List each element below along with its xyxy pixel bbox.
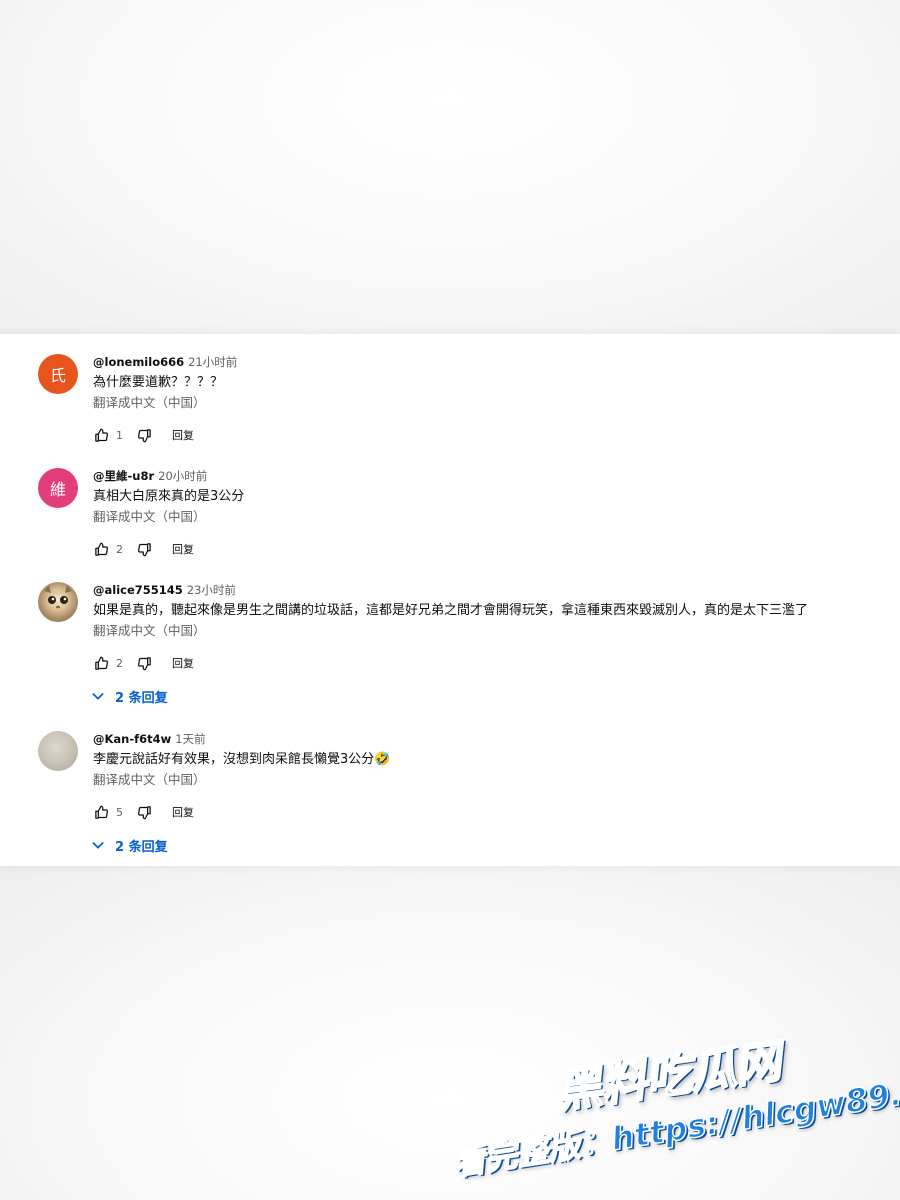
thumbs-down-icon[interactable]	[136, 655, 152, 671]
thumbs-down-icon[interactable]	[136, 427, 152, 443]
reply-button[interactable]: 回复	[172, 655, 194, 671]
translate-link[interactable]: 翻译成中文（中国）	[93, 508, 888, 526]
comments-panel: 氏 @lonemilo666 21小时前 為什麼要道歉？？？？ 翻译成中文（中国…	[0, 334, 900, 866]
thumbs-down-icon[interactable]	[136, 541, 152, 557]
comment-text: 如果是真的，聽起來像是男生之間講的垃圾話，這都是好兄弟之間才會開得玩笑，拿這種東…	[93, 603, 809, 618]
comment-text: 為什麼要道歉？？？？	[93, 375, 224, 390]
comment-author[interactable]: @里維-u8r	[93, 468, 154, 484]
comment-text: 李慶元說話好有效果，沒想到肉呆館長懶覺3公分🤣	[93, 752, 391, 767]
translate-link[interactable]: 翻译成中文（中国）	[93, 771, 888, 789]
thumbs-up-icon[interactable]	[93, 804, 109, 820]
chevron-down-icon	[89, 836, 107, 854]
avatar-letter: 維	[49, 480, 66, 499]
comment-author[interactable]: @alice755145	[93, 583, 183, 597]
comment-time[interactable]: 23小时前	[187, 582, 236, 598]
replies-count-label: 2 条回复	[115, 839, 168, 855]
comment-text: 真相大白原來真的是3公分	[93, 489, 245, 504]
comment-time[interactable]: 1天前	[175, 731, 205, 747]
comment-author[interactable]: @lonemilo666	[93, 355, 184, 369]
view-replies-button[interactable]: 2 条回复	[92, 834, 168, 856]
cat-avatar-image	[44, 585, 72, 609]
comment-author[interactable]: @Kan-f6t4w	[93, 732, 171, 746]
like-count: 5	[116, 805, 123, 819]
replies-count-label: 2 条回复	[115, 690, 168, 706]
reply-button[interactable]: 回复	[172, 427, 194, 443]
comment-time[interactable]: 20小时前	[158, 468, 207, 484]
thumbs-up-icon[interactable]	[93, 655, 109, 671]
avatar[interactable]: 氏	[38, 354, 78, 394]
thumbs-down-icon[interactable]	[136, 804, 152, 820]
avatar[interactable]	[38, 582, 78, 622]
thumbs-up-icon[interactable]	[93, 541, 109, 557]
thumbs-up-icon[interactable]	[93, 427, 109, 443]
comment-time[interactable]: 21小时前	[188, 354, 237, 370]
like-count: 2	[116, 656, 123, 670]
background-top	[0, 0, 900, 334]
reply-button[interactable]: 回复	[172, 541, 194, 557]
translate-link[interactable]: 翻译成中文（中国）	[93, 622, 888, 640]
avatar[interactable]	[38, 731, 78, 771]
like-count: 1	[116, 428, 123, 442]
like-count: 2	[116, 542, 123, 556]
avatar-letter: 氏	[49, 366, 66, 385]
reply-button[interactable]: 回复	[172, 804, 194, 820]
avatar[interactable]: 維	[38, 468, 78, 508]
translate-link[interactable]: 翻译成中文（中国）	[93, 394, 888, 412]
chevron-down-icon	[89, 687, 107, 705]
view-replies-button[interactable]: 2 条回复	[92, 685, 168, 707]
